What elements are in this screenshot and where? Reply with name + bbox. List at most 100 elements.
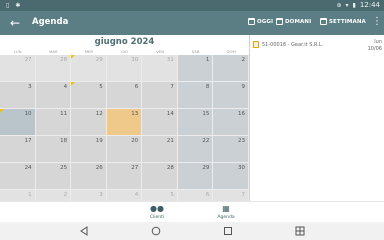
tablet-icon: ▯: [6, 2, 10, 9]
calendar-day-cell[interactable]: 1: [0, 190, 36, 201]
calendar-day-cell[interactable]: 3: [0, 82, 36, 109]
calendar-day-cell[interactable]: 18: [35, 136, 72, 163]
today-button[interactable]: OGGI: [248, 18, 273, 25]
tomorrow-button[interactable]: DOMANI: [276, 18, 311, 25]
calendar-icon: [248, 18, 255, 25]
day-number: 23: [237, 138, 245, 144]
calendar-day-cell[interactable]: 8: [177, 82, 214, 109]
back-arrow-icon[interactable]: ←: [8, 16, 22, 30]
day-number: 1: [28, 192, 32, 198]
battery-icon: ▮: [352, 1, 356, 9]
calendar-day-cell[interactable]: 7: [142, 82, 178, 109]
home-circle-icon[interactable]: [151, 226, 161, 236]
day-number: 2: [241, 57, 245, 63]
calendar-day-cell[interactable]: 28: [35, 55, 72, 82]
hotspot-icon: ⊛: [336, 1, 342, 9]
calendar-day-cell[interactable]: 24: [0, 163, 36, 190]
day-number: 14: [166, 111, 174, 117]
day-number: 20: [131, 138, 139, 144]
day-number: 11: [60, 111, 68, 117]
tab-agenda[interactable]: ▦ Agenda: [206, 204, 246, 220]
calendar-day-cell[interactable]: 12: [71, 109, 107, 136]
day-number: 28: [60, 57, 68, 63]
calendar-day-cell[interactable]: 29: [177, 163, 214, 190]
calendar-day-cell[interactable]: 4: [106, 190, 143, 201]
calendar-day-cell[interactable]: 6: [106, 82, 143, 109]
day-number: 3: [28, 84, 32, 90]
event-marker: [0, 109, 4, 113]
day-number: 30: [131, 57, 139, 63]
calendar-day-cell[interactable]: 22: [177, 136, 214, 163]
week-button[interactable]: SETTIMANA: [320, 18, 366, 25]
calendar-day-cell[interactable]: 20: [106, 136, 143, 163]
calendar-day-cell[interactable]: 28: [142, 163, 178, 190]
day-number: 7: [241, 192, 245, 198]
calendar-day-cell[interactable]: 9: [213, 82, 249, 109]
day-number: 29: [95, 57, 103, 63]
system-nav-bar: [0, 222, 384, 240]
day-number: 22: [202, 138, 210, 144]
calendar-day-cell[interactable]: 30: [213, 163, 249, 190]
calendar-day-cell[interactable]: 21: [142, 136, 178, 163]
calendar-day-cell[interactable]: 16: [213, 109, 249, 136]
day-number: 31: [166, 57, 174, 63]
top-toolbar: ← Agenda OGGI DOMANI SETTIMANA ⋮: [0, 11, 384, 35]
day-number: 25: [60, 165, 68, 171]
calendar-icon: [276, 18, 283, 25]
appointment-icon: [253, 41, 259, 48]
people-icon: ●●: [150, 204, 164, 213]
day-number: 5: [99, 84, 103, 90]
day-number: 10: [24, 111, 32, 117]
calendar-day-cell[interactable]: 19: [71, 136, 107, 163]
calendar-day-cell[interactable]: 15: [177, 109, 214, 136]
month-calendar: giugno 2024 LUN MAR MER GIO VEN SAB DOM …: [0, 35, 249, 201]
back-triangle-icon[interactable]: [79, 226, 89, 236]
calendar-day-cell[interactable]: 1: [177, 55, 214, 82]
tab-clienti[interactable]: ●● Clienti: [137, 204, 177, 220]
agenda-list: 51-00018 - Gear.it S.R.L. lun 10/06: [250, 35, 384, 201]
day-number: 19: [95, 138, 103, 144]
grid-layout-icon[interactable]: [295, 226, 305, 236]
calendar-day-cell[interactable]: 30: [106, 55, 143, 82]
calendar-day-cell[interactable]: 5: [71, 82, 107, 109]
calendar-day-cell[interactable]: 13: [106, 109, 143, 136]
calendar-day-cell[interactable]: 23: [213, 136, 249, 163]
day-number: 12: [95, 111, 103, 117]
day-number: 7: [170, 84, 174, 90]
calendar-day-cell[interactable]: 10: [0, 109, 36, 136]
event-marker: [71, 55, 76, 59]
calendar-day-cell[interactable]: 11: [35, 109, 72, 136]
recents-square-icon[interactable]: [223, 226, 233, 236]
calendar-day-cell[interactable]: 7: [213, 190, 249, 201]
bottom-tab-bar: ●● Clienti ▦ Agenda: [0, 201, 384, 222]
day-number: 16: [237, 111, 245, 117]
appointment-date: lun 10/06: [367, 39, 382, 52]
calendar-day-cell[interactable]: 27: [0, 55, 36, 82]
appointment-text: 51-00018 - Gear.it S.R.L.: [262, 42, 324, 48]
calendar-day-cell[interactable]: 29: [71, 55, 107, 82]
calendar-day-cell[interactable]: 6: [177, 190, 214, 201]
calendar-day-cell[interactable]: 5: [142, 190, 178, 201]
more-options-icon[interactable]: ⋮: [372, 17, 382, 27]
calendar-day-cell[interactable]: 31: [142, 55, 178, 82]
day-number: 17: [24, 138, 32, 144]
appointment-item[interactable]: 51-00018 - Gear.it S.R.L. lun 10/06: [253, 39, 383, 53]
calendar-day-cell[interactable]: 25: [35, 163, 72, 190]
day-number: 3: [99, 192, 103, 198]
calendar-day-cell[interactable]: 14: [142, 109, 178, 136]
day-number: 26: [95, 165, 103, 171]
calendar-day-cell[interactable]: 17: [0, 136, 36, 163]
day-number: 8: [205, 84, 210, 90]
day-number: 4: [63, 84, 68, 90]
calendar-day-cell[interactable]: 4: [35, 82, 72, 109]
day-number: 9: [241, 84, 245, 90]
day-number: 4: [134, 192, 139, 198]
calendar-day-cell[interactable]: 27: [106, 163, 143, 190]
calendar-day-cell[interactable]: 26: [71, 163, 107, 190]
day-number: 30: [237, 165, 245, 171]
calendar-day-cell[interactable]: 3: [71, 190, 107, 201]
calendar-day-cell[interactable]: 2: [213, 55, 249, 82]
status-bar: ▯ ✱ ⊛ ▾ ▮ 12:44: [0, 0, 384, 11]
month-label: giugno 2024: [94, 37, 155, 47]
calendar-day-cell[interactable]: 2: [35, 190, 72, 201]
